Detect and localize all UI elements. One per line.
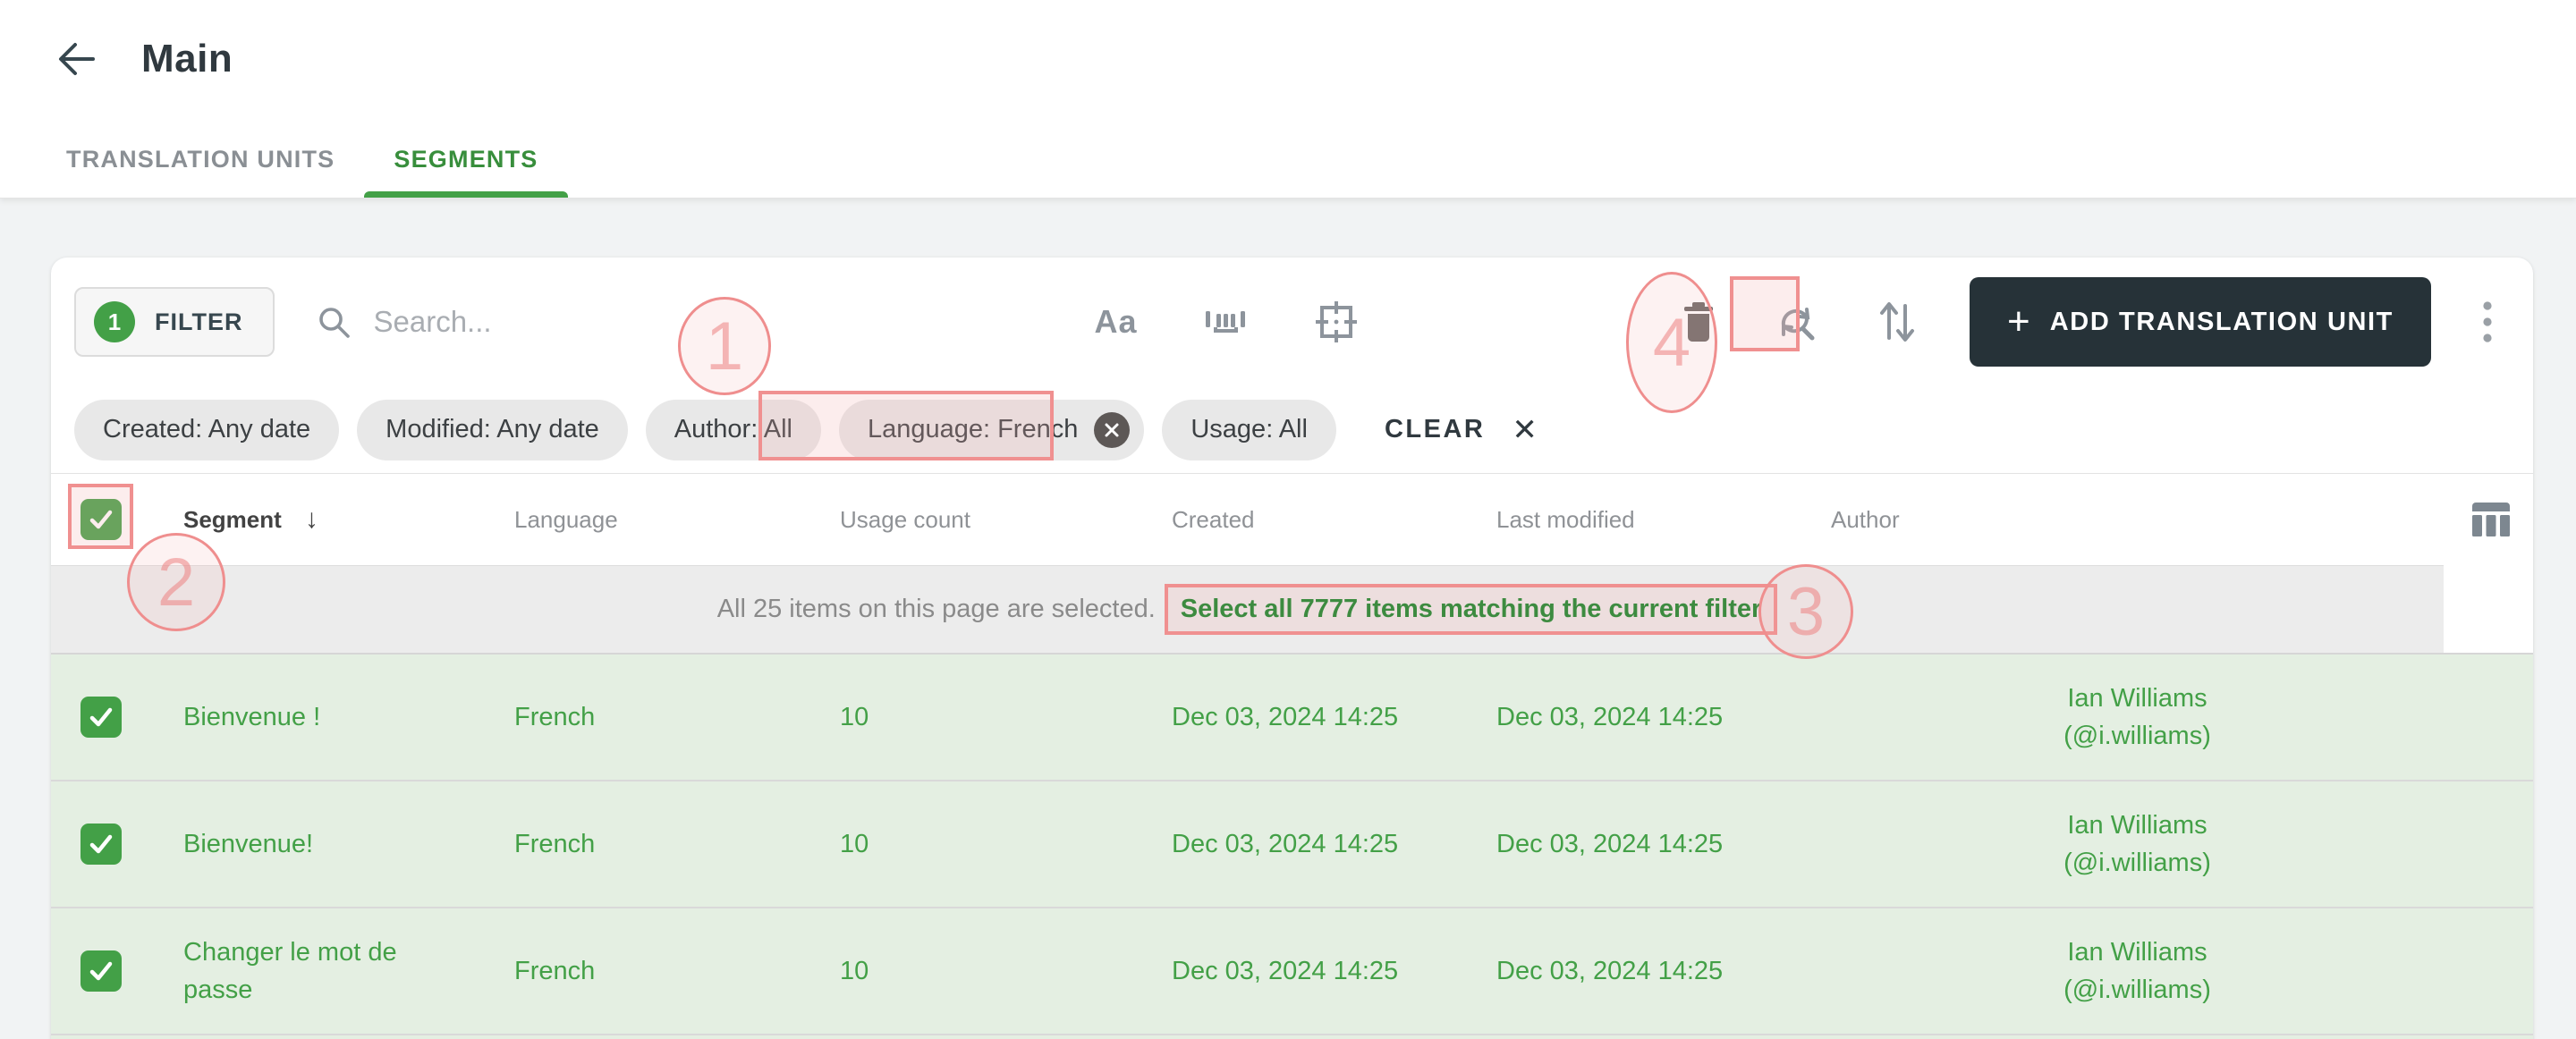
- language-cell: French: [514, 956, 596, 985]
- column-header-segment[interactable]: Segment ↓: [183, 504, 514, 535]
- author-cell: Ian Williams (@i.williams): [1831, 680, 2444, 755]
- column-header-usage-count[interactable]: Usage count: [840, 506, 1172, 534]
- filter-chips-row: Created: Any date Modified: Any date Aut…: [51, 386, 2533, 474]
- filter-button[interactable]: 1 FILTER: [74, 287, 275, 357]
- selection-frame-icon: [1313, 299, 1360, 345]
- search-bar: [316, 304, 1022, 340]
- author-cell: Ian Williams (@i.williams): [1831, 807, 2444, 882]
- created-cell: Dec 03, 2024 14:25: [1172, 956, 1399, 985]
- banner-spacer: [2444, 565, 2533, 655]
- chip-modified-label: Modified: Any date: [386, 415, 599, 443]
- selection-banner-text: All 25 items on this page are selected.: [716, 595, 1156, 623]
- select-all-matching-link[interactable]: Select all 7777 items matching the curre…: [1164, 584, 1778, 635]
- row-checkbox[interactable]: [80, 950, 122, 992]
- language-cell: French: [514, 829, 596, 858]
- delete-selected-button[interactable]: [1674, 295, 1723, 349]
- column-header-language[interactable]: Language: [514, 506, 840, 534]
- table-columns-icon: [2470, 499, 2512, 540]
- selection-banner: All 25 items on this page are selected. …: [51, 565, 2444, 655]
- match-case-icon: Aa: [1094, 303, 1138, 340]
- clear-x-icon: ✕: [1512, 412, 1538, 447]
- toolbar-actions: + ADD TRANSLATION UNIT: [1674, 277, 2499, 367]
- search-input[interactable]: [373, 305, 946, 339]
- column-header-last-modified[interactable]: Last modified: [1496, 506, 1831, 534]
- segments-card: 1 FILTER Aa: [51, 258, 2533, 1039]
- last-modified-cell: Dec 03, 2024 14:25: [1496, 956, 1724, 985]
- chip-created[interactable]: Created: Any date: [74, 399, 340, 460]
- created-cell: Dec 03, 2024 14:25: [1172, 829, 1399, 858]
- whole-word-icon: [1202, 302, 1249, 342]
- row-checkbox[interactable]: [80, 697, 122, 738]
- page-header: Main TRANSLATION UNITS SEGMENTS: [0, 0, 2576, 199]
- arrow-left-icon: [55, 38, 98, 80]
- author-name: Ian Williams: [2067, 684, 2207, 713]
- clear-filters-button[interactable]: CLEAR ✕: [1385, 412, 1538, 448]
- selection-frame-button[interactable]: [1308, 293, 1365, 351]
- table-row[interactable]: Changer le mot de passe French 10 Dec 03…: [51, 908, 2533, 1035]
- author-handle: (@i.williams): [2063, 976, 2211, 1004]
- usage-count-cell: 10: [840, 956, 869, 985]
- filter-count-badge: 1: [94, 301, 135, 342]
- table-header-row: Segment ↓ Language Usage count Created L…: [51, 474, 2533, 565]
- next-row-partial: [51, 1035, 2533, 1039]
- language-cell: French: [514, 702, 596, 731]
- column-header-created[interactable]: Created: [1172, 506, 1496, 534]
- segment-cell[interactable]: Bienvenue!: [183, 825, 514, 863]
- add-translation-unit-label: ADD TRANSLATION UNIT: [2049, 307, 2394, 336]
- clear-filters-label: CLEAR: [1384, 415, 1486, 443]
- column-header-author[interactable]: Author: [1831, 506, 2444, 534]
- kebab-vertical-icon: [2481, 299, 2494, 345]
- more-options-button[interactable]: [2476, 293, 2499, 351]
- toolbar: 1 FILTER Aa: [51, 258, 2533, 386]
- chip-author[interactable]: Author: All: [645, 399, 821, 460]
- table-row[interactable]: Bienvenue ! French 10 Dec 03, 2024 14:25…: [51, 655, 2533, 781]
- chip-author-label: Author: All: [674, 415, 792, 443]
- segment-cell[interactable]: Bienvenue !: [183, 698, 514, 736]
- chip-language-label: Language: French: [867, 415, 1079, 443]
- tab-segments[interactable]: SEGMENTS: [364, 121, 568, 198]
- remove-language-filter-icon[interactable]: [1094, 411, 1131, 448]
- author-name: Ian Williams: [2067, 938, 2207, 967]
- select-all-checkbox[interactable]: [80, 499, 122, 540]
- search-option-icons: Aa: [1089, 293, 1364, 351]
- created-cell: Dec 03, 2024 14:25: [1172, 702, 1399, 731]
- author-handle: (@i.williams): [2063, 722, 2211, 750]
- chip-modified[interactable]: Modified: Any date: [357, 399, 628, 460]
- arrow-up-down-icon: [1875, 299, 1919, 345]
- author-handle: (@i.williams): [2063, 849, 2211, 877]
- usage-count-cell: 10: [840, 829, 869, 858]
- row-checkbox[interactable]: [80, 824, 122, 865]
- last-modified-cell: Dec 03, 2024 14:25: [1496, 829, 1724, 858]
- plus-icon: +: [2007, 300, 2030, 343]
- tab-bar: TRANSLATION UNITS SEGMENTS: [37, 121, 568, 198]
- page-title: Main: [141, 37, 233, 80]
- tab-translation-units[interactable]: TRANSLATION UNITS: [37, 121, 364, 198]
- chip-usage-label: Usage: All: [1191, 415, 1308, 443]
- search-icon: [316, 304, 352, 340]
- match-case-button[interactable]: Aa: [1089, 298, 1142, 346]
- selection-banner-row: All 25 items on this page are selected. …: [51, 565, 2533, 655]
- main-area: 1 FILTER Aa: [0, 199, 2576, 1039]
- author-name: Ian Williams: [2067, 811, 2207, 840]
- last-modified-cell: Dec 03, 2024 14:25: [1496, 702, 1724, 731]
- segment-cell[interactable]: Changer le mot de passe: [183, 933, 514, 1009]
- segment-header-label: Segment: [183, 505, 282, 533]
- table-row[interactable]: Bienvenue! French 10 Dec 03, 2024 14:25 …: [51, 781, 2533, 908]
- trash-icon: [1680, 300, 1717, 343]
- chip-usage[interactable]: Usage: All: [1162, 399, 1336, 460]
- add-translation-unit-button[interactable]: + ADD TRANSLATION UNIT: [1970, 277, 2431, 367]
- chip-language[interactable]: Language: French: [838, 399, 1145, 460]
- find-replace-icon: [1773, 299, 1819, 345]
- back-button[interactable]: [52, 34, 102, 84]
- usage-count-cell: 10: [840, 702, 869, 731]
- find-replace-button[interactable]: [1767, 293, 1825, 351]
- whole-word-button[interactable]: [1197, 297, 1254, 347]
- chip-created-label: Created: Any date: [103, 415, 311, 443]
- sort-order-button[interactable]: [1869, 293, 1925, 351]
- author-cell: Ian Williams (@i.williams): [1831, 933, 2444, 1009]
- manage-columns-button[interactable]: [2470, 499, 2512, 540]
- filter-button-label: FILTER: [155, 308, 243, 335]
- sort-descending-icon[interactable]: ↓: [305, 504, 318, 535]
